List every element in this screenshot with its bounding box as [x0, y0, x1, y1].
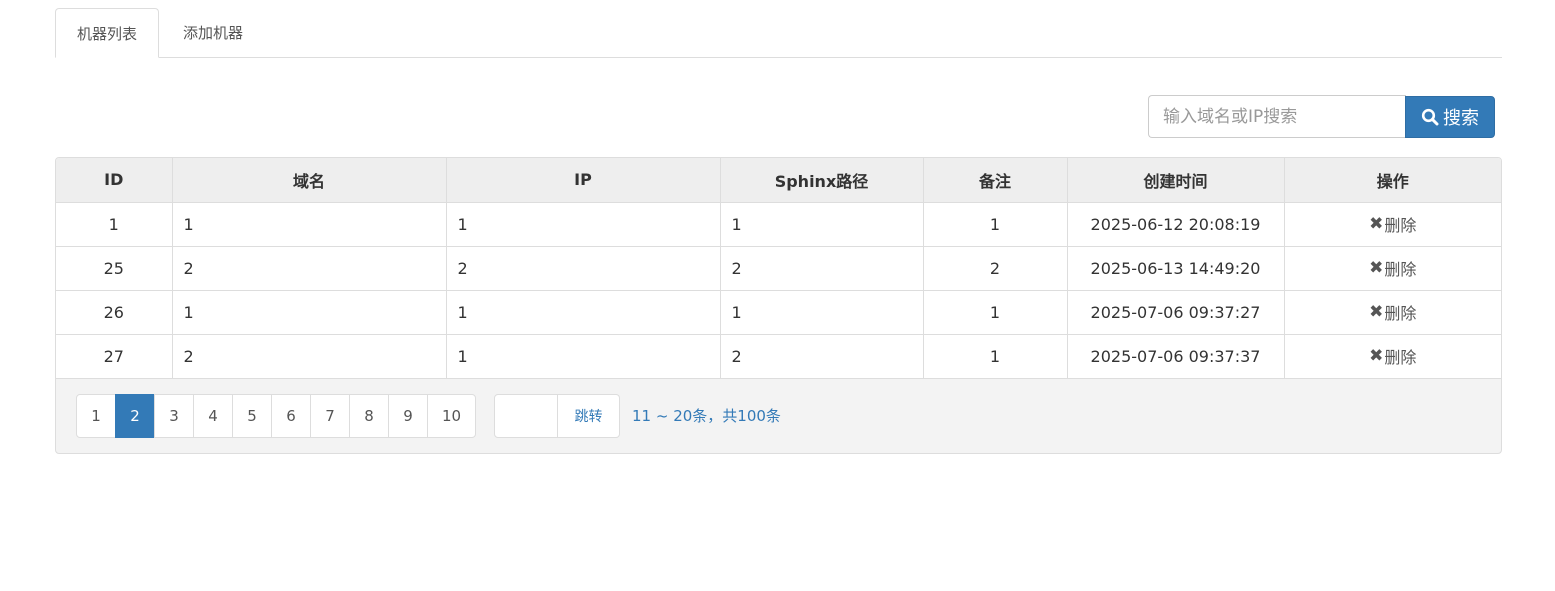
- table-row: 26 1 1 1 1 2025-07-06 09:37:27 ✖ 删除: [56, 290, 1501, 335]
- page-link-1[interactable]: 1: [76, 394, 116, 438]
- cell-sphinx-path: 2: [720, 334, 924, 379]
- cell-actions: ✖ 删除: [1284, 290, 1501, 335]
- page-link-4[interactable]: 4: [193, 394, 233, 438]
- close-icon: ✖: [1369, 302, 1384, 322]
- table-header-row: ID 域名 IP Sphinx路径 备注 创建时间 操作: [56, 158, 1501, 203]
- cell-ip: 1: [446, 202, 721, 247]
- cell-created-at: 2025-07-06 09:37:27: [1067, 290, 1285, 335]
- cell-sphinx-path: 1: [720, 290, 924, 335]
- search-input[interactable]: [1148, 95, 1406, 138]
- search-button[interactable]: 搜索: [1405, 96, 1495, 138]
- close-icon: ✖: [1369, 346, 1384, 366]
- cell-sphinx-path: 1: [720, 202, 924, 247]
- delete-button[interactable]: ✖ 删除: [1369, 256, 1416, 280]
- close-icon: ✖: [1369, 258, 1384, 278]
- cell-sphinx-path: 2: [720, 246, 924, 291]
- cell-domain: 2: [172, 246, 447, 291]
- page-link-6[interactable]: 6: [271, 394, 311, 438]
- page-link-5[interactable]: 5: [232, 394, 272, 438]
- cell-domain: 2: [172, 334, 447, 379]
- column-header-sphinx-path[interactable]: Sphinx路径: [720, 158, 924, 203]
- page-link-2-current[interactable]: 2: [115, 394, 155, 438]
- cell-ip: 1: [446, 334, 721, 379]
- table-row: 25 2 2 2 2 2025-06-13 14:49:20 ✖ 删除: [56, 246, 1501, 291]
- tab-machine-list[interactable]: 机器列表: [55, 8, 159, 58]
- column-header-id[interactable]: ID: [56, 158, 173, 203]
- cell-domain: 1: [172, 290, 447, 335]
- delete-button[interactable]: ✖ 删除: [1369, 344, 1416, 368]
- page-jump-button[interactable]: 跳转: [558, 394, 620, 438]
- close-icon: ✖: [1369, 214, 1384, 234]
- machine-table: ID 域名 IP Sphinx路径 备注 创建时间 操作 1 1 1 1 1 2…: [56, 158, 1501, 379]
- column-header-domain[interactable]: 域名: [172, 158, 447, 203]
- pagination: 1 2 3 4 5 6 7 8 9 10: [76, 394, 476, 438]
- search-icon: [1421, 108, 1439, 126]
- page-link-10[interactable]: 10: [427, 394, 476, 438]
- cell-actions: ✖ 删除: [1284, 202, 1501, 247]
- machine-table-panel: ID 域名 IP Sphinx路径 备注 创建时间 操作 1 1 1 1 1 2…: [55, 157, 1502, 454]
- cell-created-at: 2025-06-13 14:49:20: [1067, 246, 1285, 291]
- page-jump-input[interactable]: [494, 394, 558, 438]
- column-header-remark[interactable]: 备注: [923, 158, 1068, 203]
- cell-remark: 2: [923, 246, 1068, 291]
- page-link-9[interactable]: 9: [388, 394, 428, 438]
- delete-label: 删除: [1384, 348, 1417, 367]
- cell-remark: 1: [923, 334, 1068, 379]
- cell-ip: 1: [446, 290, 721, 335]
- cell-remark: 1: [923, 290, 1068, 335]
- delete-button[interactable]: ✖ 删除: [1369, 300, 1416, 324]
- tab-add-machine[interactable]: 添加机器: [169, 8, 257, 57]
- page-link-8[interactable]: 8: [349, 394, 389, 438]
- machine-list-page: 机器列表 添加机器 搜索 ID: [0, 0, 1555, 591]
- cell-actions: ✖ 删除: [1284, 246, 1501, 291]
- column-header-created-at[interactable]: 创建时间: [1067, 158, 1285, 203]
- cell-id: 1: [56, 202, 173, 247]
- table-row: 1 1 1 1 1 2025-06-12 20:08:19 ✖ 删除: [56, 202, 1501, 247]
- page-link-3[interactable]: 3: [154, 394, 194, 438]
- column-header-actions: 操作: [1284, 158, 1501, 203]
- cell-domain: 1: [172, 202, 447, 247]
- pagination-range-text: 11 ~ 20条，共100条: [632, 407, 781, 425]
- delete-button[interactable]: ✖ 删除: [1369, 212, 1416, 236]
- cell-actions: ✖ 删除: [1284, 334, 1501, 379]
- cell-id: 26: [56, 290, 173, 335]
- delete-label: 删除: [1384, 304, 1417, 323]
- page-link-7[interactable]: 7: [310, 394, 350, 438]
- cell-created-at: 2025-06-12 20:08:19: [1067, 202, 1285, 247]
- page-jump: 跳转: [494, 394, 620, 438]
- table-row: 27 2 1 2 1 2025-07-06 09:37:37 ✖ 删除: [56, 334, 1501, 379]
- cell-id: 27: [56, 334, 173, 379]
- search-button-label: 搜索: [1443, 108, 1479, 129]
- cell-id: 25: [56, 246, 173, 291]
- delete-label: 删除: [1384, 260, 1417, 279]
- tab-bar: 机器列表 添加机器: [55, 8, 1502, 58]
- cell-created-at: 2025-07-06 09:37:37: [1067, 334, 1285, 379]
- column-header-ip[interactable]: IP: [446, 158, 721, 203]
- delete-label: 删除: [1384, 216, 1417, 235]
- cell-remark: 1: [923, 202, 1068, 247]
- cell-ip: 2: [446, 246, 721, 291]
